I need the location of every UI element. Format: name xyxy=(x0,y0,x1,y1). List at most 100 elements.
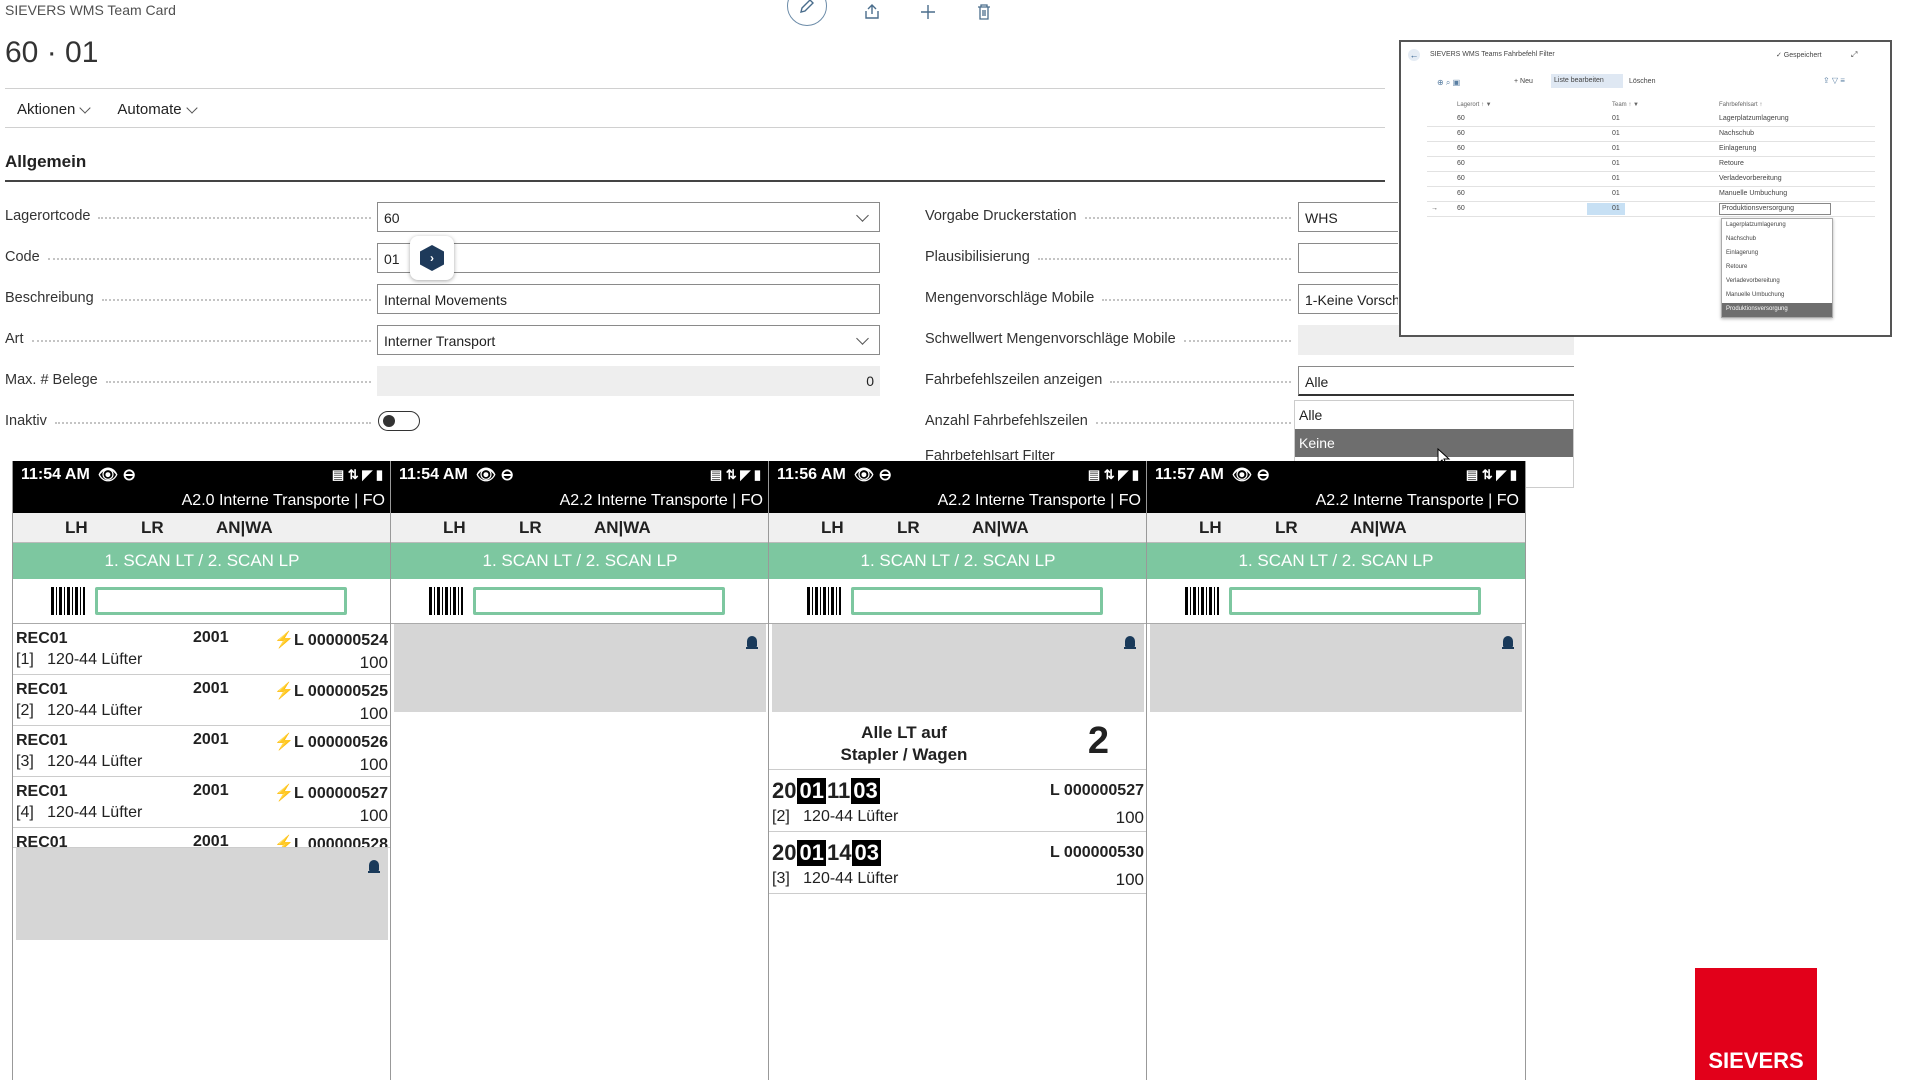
inset-row[interactable]: 60 01 Manuelle Umbuchung xyxy=(1427,187,1875,202)
inset-row-active[interactable]: → 60 01 Produktionsversorgung xyxy=(1427,202,1875,217)
back-icon[interactable]: ← xyxy=(1408,49,1420,61)
barcode-icon[interactable] xyxy=(1185,587,1219,615)
barcode-icon[interactable] xyxy=(807,587,841,615)
scan-input[interactable] xyxy=(473,587,725,615)
inaktiv-toggle[interactable] xyxy=(378,411,420,431)
mobile-screen-1: 11:54 AM 👁 ⊖ ▤ ⇅ ◤ ▮ A2.0 Interne Transpor… xyxy=(12,461,392,1080)
inset-new-button[interactable]: + Neu xyxy=(1514,78,1533,85)
label-art: Art xyxy=(5,331,377,347)
list-item[interactable]: REC01 2001 ⚡L 000000526 [3] 120-44 Lüfter 10… xyxy=(13,726,391,777)
col-team[interactable]: Team ↑ ▼ xyxy=(1612,102,1639,108)
inset-option[interactable]: Manuelle Umbuchung xyxy=(1722,289,1832,303)
record-title: 60 · 01 xyxy=(5,36,99,69)
inset-row[interactable]: 60 01 Nachschub xyxy=(1427,127,1875,142)
bell-icon[interactable] xyxy=(1124,636,1136,650)
inset-option-list: Lagerplatzumlagerung Nachschub Einlageru… xyxy=(1721,218,1833,318)
druckerstation-field[interactable]: WHS xyxy=(1298,202,1398,232)
bell-icon[interactable] xyxy=(1502,636,1514,650)
col-fahrbefehlsart[interactable]: Fahrbefehlsart ↑ xyxy=(1719,102,1762,108)
scan-input[interactable] xyxy=(851,587,1103,615)
col-lagerort[interactable]: Lagerort ↑ ▼ xyxy=(1457,102,1492,108)
message-area xyxy=(772,624,1144,712)
beschreibung-field[interactable]: Internal Movements xyxy=(377,284,880,314)
inset-list-screenshot: ← SIEVERS WMS Teams Fahrbefehl Filter ✓ … xyxy=(1399,40,1892,337)
inset-row[interactable]: 60 01 Verladevorbereitung xyxy=(1427,172,1875,187)
scan-hint: 1. SCAN LT / 2. SCAN LP xyxy=(1147,543,1525,579)
inset-edit-list-button[interactable]: Liste bearbeiten xyxy=(1551,74,1623,88)
menu-automate[interactable]: Automate xyxy=(117,101,198,118)
fahrbefehlszeilen-select[interactable]: Alle xyxy=(1298,366,1574,396)
column-header: LH LR AN|WA xyxy=(13,513,391,543)
scan-input[interactable] xyxy=(1229,587,1481,615)
inset-option[interactable]: Nachschub xyxy=(1722,233,1832,247)
bolt-icon: ⚡ xyxy=(274,734,294,751)
bell-icon[interactable] xyxy=(746,636,758,650)
sievers-logo: SIEVERS xyxy=(1695,968,1817,1080)
mengenvorschlaege-field[interactable]: 1-Keine Vorsch xyxy=(1298,284,1398,314)
art-select[interactable]: Interner Transport xyxy=(377,325,880,355)
hexagon-logo-icon: › xyxy=(420,245,444,271)
menu-divider xyxy=(5,127,1385,128)
scan-row xyxy=(1147,579,1525,624)
scan-input[interactable] xyxy=(95,587,347,615)
barcode-icon[interactable] xyxy=(51,587,85,615)
label-plausibilisierung: Plausibilisierung xyxy=(925,249,1297,265)
lagerortcode-select[interactable]: 60 xyxy=(377,202,880,232)
label-max-belege: Max. # Belege xyxy=(5,372,377,388)
inset-row[interactable]: 60 01 Lagerplatzumlagerung xyxy=(1427,112,1875,127)
inset-option[interactable]: Einlagerung xyxy=(1722,247,1832,261)
status-bar: 11:57 AM 👁 ⊖ ▤ ⇅ ◤ ▮ xyxy=(1147,461,1525,489)
section-divider xyxy=(5,180,1385,182)
delete-icon[interactable] xyxy=(973,1,995,23)
scan-hint: 1. SCAN LT / 2. SCAN LP xyxy=(13,543,391,579)
expand-icon[interactable]: ⤢ xyxy=(1851,50,1857,60)
scan-hint: 1. SCAN LT / 2. SCAN LP xyxy=(769,543,1147,579)
status-icons: 👁 ⊖ xyxy=(97,467,136,484)
inset-option[interactable]: Lagerplatzumlagerung xyxy=(1722,219,1832,233)
list-item[interactable]: REC01 2001 ⚡L 000000528 xyxy=(13,828,391,848)
list-item[interactable]: 20 01 14 03 L 000000530 [3] 120-44 Lüfter 1… xyxy=(769,832,1147,894)
inset-option-selected[interactable]: Produktionsversorgung xyxy=(1722,303,1832,317)
list-item[interactable]: REC01 2001 ⚡L 000000524 [1] 120-44 Lüfter 10… xyxy=(13,624,391,675)
label-code: Code xyxy=(5,249,377,265)
max-belege-field: 0 xyxy=(377,366,880,396)
new-icon[interactable] xyxy=(917,1,939,23)
plausibilisierung-field[interactable] xyxy=(1298,243,1398,273)
inset-delete-button[interactable]: Löschen xyxy=(1629,78,1655,85)
list-item[interactable]: REC01 2001 ⚡L 000000525 [2] 120-44 Lüfter 10… xyxy=(13,675,391,726)
inset-row[interactable]: 60 01 Einlagerung xyxy=(1427,142,1875,157)
status-time: 11:56 AM xyxy=(777,466,846,483)
message-area xyxy=(394,624,766,712)
barcode-icon[interactable] xyxy=(429,587,463,615)
bolt-icon: ⚡ xyxy=(274,683,294,700)
bolt-icon: ⚡ xyxy=(274,632,294,649)
lt-code: 20 01 11 03 xyxy=(772,778,880,804)
mobile-screen-3: 11:56 AM 👁 ⊖ ▤ ⇅ ◤ ▮ A2.2 Interne Transpor… xyxy=(768,461,1148,1080)
scan-row xyxy=(769,579,1147,624)
lt-summary: Alle LT auf Stapler / Wagen 2 xyxy=(769,712,1147,770)
inset-option[interactable]: Verladevorbereitung xyxy=(1722,275,1832,289)
menu-aktionen[interactable]: Aktionen xyxy=(17,101,92,118)
edit-button[interactable] xyxy=(787,0,827,26)
column-header: LH LR AN|WA xyxy=(1147,513,1525,543)
inset-option[interactable]: Retoure xyxy=(1722,261,1832,275)
bell-icon[interactable] xyxy=(368,860,380,874)
column-header: LH LR AN|WA xyxy=(769,513,1147,543)
bolt-icon: ⚡ xyxy=(274,785,294,802)
signal-battery-icon: ▤ ⇅ ◤ ▮ xyxy=(1087,467,1139,482)
list-item[interactable]: REC01 2001 ⚡L 000000527 [4] 120-44 Lüfter 10… xyxy=(13,777,391,828)
label-fahrbefehlszeilen-anzeigen: Fahrbefehlszeilen anzeigen xyxy=(925,372,1297,388)
column-header: LH LR AN|WA xyxy=(391,513,769,543)
status-time: 11:54 AM xyxy=(21,466,90,483)
copilot-bubble[interactable]: › xyxy=(410,236,454,280)
option-alle[interactable]: Alle xyxy=(1295,401,1573,429)
inset-views-icon[interactable]: ⊕ ⌕ ▣ xyxy=(1437,78,1460,88)
list-item[interactable]: 20 01 11 03 L 000000527 [2] 120-44 Lüfter 1… xyxy=(769,770,1147,832)
option-keine[interactable]: Keine xyxy=(1295,429,1573,457)
inset-filter-icons[interactable]: ⇪ ▽ ≡ xyxy=(1823,76,1845,85)
share-icon[interactable] xyxy=(861,1,883,23)
menu-label: Aktionen xyxy=(17,101,76,118)
status-time: 11:54 AM xyxy=(399,466,468,483)
chevron-down-icon xyxy=(856,209,869,222)
inset-row[interactable]: 60 01 Retoure xyxy=(1427,157,1875,172)
